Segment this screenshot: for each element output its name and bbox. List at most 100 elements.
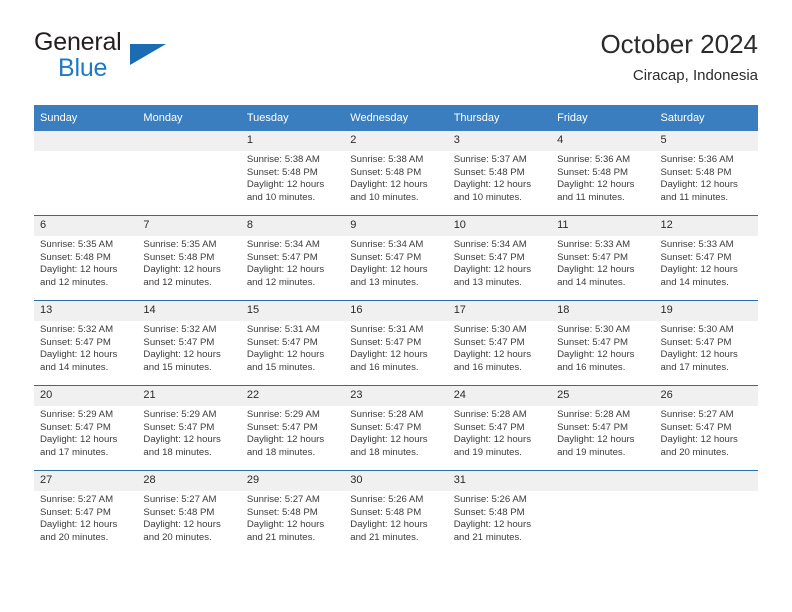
- day-cell-details: [551, 491, 654, 494]
- calendar-day-cell[interactable]: 17 Sunrise: 5:30 AM Sunset: 5:47 PM Dayligh…: [447, 300, 552, 386]
- weekday-header-thursday: Thursday: [447, 105, 552, 131]
- day-detail-line: and 20 minutes.: [660, 446, 729, 458]
- day-detail-line: Sunset: 5:47 PM: [660, 251, 732, 263]
- calendar-day-cell[interactable]: 30 Sunrise: 5:26 AM Sunset: 5:48 PM Dayligh…: [344, 470, 448, 555]
- calendar-day-cell[interactable]: 6 Sunrise: 5:35 AM Sunset: 5:48 PM Daylight…: [34, 215, 138, 301]
- calendar-day-cell[interactable]: 1 Sunrise: 5:38 AM Sunset: 5:48 PM Daylight…: [240, 131, 345, 216]
- day-detail-line: Daylight: 12 hours: [350, 519, 428, 531]
- day-detail-line: Daylight: 12 hours: [350, 349, 428, 361]
- calendar-day-cell[interactable]: 12 Sunrise: 5:33 AM Sunset: 5:47 PM Dayligh…: [654, 215, 758, 301]
- day-cell-details: Sunrise: 5:34 AM Sunset: 5:47 PM Daylight:…: [344, 236, 447, 289]
- day-number: 21: [137, 386, 241, 406]
- day-detail-line: and 16 minutes.: [557, 361, 626, 373]
- day-number: 1: [240, 131, 345, 151]
- day-detail-line: Sunrise: 5:31 AM: [246, 324, 320, 335]
- calendar-day-cell[interactable]: 15 Sunrise: 5:31 AM Sunset: 5:47 PM Dayligh…: [240, 300, 345, 386]
- day-detail-line: and 15 minutes.: [246, 361, 316, 373]
- day-detail-line: and 13 minutes.: [453, 276, 522, 288]
- day-cell-inner: 17 Sunrise: 5:30 AM Sunset: 5:47 PM Dayligh…: [447, 301, 552, 385]
- day-detail-line: Sunset: 5:48 PM: [660, 166, 732, 178]
- day-cell-inner: 10 Sunrise: 5:34 AM Sunset: 5:47 PM Dayligh…: [447, 216, 552, 300]
- day-cell-details: Sunrise: 5:32 AM Sunset: 5:47 PM Daylight:…: [34, 321, 137, 374]
- calendar-week-row: 20 Sunrise: 5:29 AM Sunset: 5:47 PM Dayligh…: [34, 385, 758, 471]
- day-cell-details: Sunrise: 5:31 AM Sunset: 5:47 PM Daylight:…: [241, 321, 344, 374]
- calendar-day-cell[interactable]: 19 Sunrise: 5:30 AM Sunset: 5:47 PM Dayligh…: [654, 300, 758, 386]
- day-detail-line: Daylight: 12 hours: [143, 434, 221, 446]
- day-detail-line: Sunrise: 5:28 AM: [453, 409, 527, 420]
- day-cell-details: Sunrise: 5:29 AM Sunset: 5:47 PM Daylight:…: [241, 406, 344, 459]
- calendar-day-cell[interactable]: 22 Sunrise: 5:29 AM Sunset: 5:47 PM Dayligh…: [240, 385, 345, 471]
- calendar-day-cell[interactable]: 4 Sunrise: 5:36 AM Sunset: 5:48 PM Daylight…: [551, 131, 655, 216]
- calendar-day-cell[interactable]: 13 Sunrise: 5:32 AM Sunset: 5:47 PM Dayligh…: [34, 300, 138, 386]
- day-detail-line: Sunset: 5:47 PM: [350, 251, 422, 263]
- day-cell-details: Sunrise: 5:28 AM Sunset: 5:47 PM Daylight:…: [551, 406, 654, 459]
- day-detail-line: and 12 minutes.: [246, 276, 316, 288]
- calendar-day-cell[interactable]: 8 Sunrise: 5:34 AM Sunset: 5:47 PM Daylight…: [240, 215, 345, 301]
- calendar-day-cell[interactable]: 9 Sunrise: 5:34 AM Sunset: 5:47 PM Daylight…: [344, 215, 448, 301]
- day-number: 31: [447, 471, 552, 491]
- calendar-day-cell[interactable]: 18 Sunrise: 5:30 AM Sunset: 5:47 PM Dayligh…: [551, 300, 655, 386]
- weekday-header-tuesday: Tuesday: [240, 105, 345, 131]
- calendar-day-cell[interactable]: 3 Sunrise: 5:37 AM Sunset: 5:48 PM Daylight…: [447, 131, 552, 216]
- calendar-week-row: 13 Sunrise: 5:32 AM Sunset: 5:47 PM Dayligh…: [34, 300, 758, 386]
- day-cell-inner: 26 Sunrise: 5:27 AM Sunset: 5:47 PM Dayligh…: [654, 386, 758, 470]
- day-detail-line: and 10 minutes.: [350, 191, 419, 203]
- calendar-week-row: 1 Sunrise: 5:38 AM Sunset: 5:48 PM Daylight…: [34, 131, 758, 216]
- day-detail-line: Sunset: 5:47 PM: [453, 421, 525, 433]
- general-blue-logo: General Blue: [34, 28, 254, 88]
- calendar-day-cell[interactable]: 27 Sunrise: 5:27 AM Sunset: 5:47 PM Dayligh…: [34, 470, 138, 555]
- day-detail-line: Sunrise: 5:35 AM: [143, 239, 217, 250]
- day-detail-line: and 10 minutes.: [246, 191, 316, 203]
- calendar-day-cell[interactable]: 10 Sunrise: 5:34 AM Sunset: 5:47 PM Dayligh…: [447, 215, 552, 301]
- day-number: 14: [137, 301, 241, 321]
- day-detail-line: and 19 minutes.: [557, 446, 626, 458]
- calendar-day-cell[interactable]: 24 Sunrise: 5:28 AM Sunset: 5:47 PM Dayligh…: [447, 385, 552, 471]
- day-detail-line: and 20 minutes.: [40, 531, 109, 543]
- calendar-day-cell[interactable]: 11 Sunrise: 5:33 AM Sunset: 5:47 PM Dayligh…: [551, 215, 655, 301]
- day-detail-line: Sunrise: 5:38 AM: [246, 154, 320, 165]
- calendar-day-cell[interactable]: 31 Sunrise: 5:26 AM Sunset: 5:48 PM Dayligh…: [447, 470, 552, 555]
- day-cell-details: Sunrise: 5:34 AM Sunset: 5:47 PM Daylight:…: [448, 236, 551, 289]
- day-detail-line: Sunset: 5:48 PM: [350, 166, 422, 178]
- calendar-day-cell[interactable]: 14 Sunrise: 5:32 AM Sunset: 5:47 PM Dayligh…: [137, 300, 241, 386]
- day-cell-inner: 20 Sunrise: 5:29 AM Sunset: 5:47 PM Dayligh…: [34, 386, 138, 470]
- day-detail-line: Sunrise: 5:27 AM: [660, 409, 734, 420]
- calendar-day-cell[interactable]: 7 Sunrise: 5:35 AM Sunset: 5:48 PM Daylight…: [137, 215, 241, 301]
- day-cell-details: Sunrise: 5:27 AM Sunset: 5:48 PM Daylight:…: [241, 491, 344, 544]
- calendar-day-cell[interactable]: 2 Sunrise: 5:38 AM Sunset: 5:48 PM Daylight…: [344, 131, 448, 216]
- day-detail-line: Sunset: 5:48 PM: [40, 251, 111, 263]
- day-cell-details: Sunrise: 5:37 AM Sunset: 5:48 PM Daylight:…: [448, 151, 551, 204]
- day-number: 23: [344, 386, 448, 406]
- day-cell-details: Sunrise: 5:38 AM Sunset: 5:48 PM Daylight:…: [241, 151, 344, 204]
- day-detail-line: Sunset: 5:47 PM: [246, 421, 318, 433]
- calendar-day-cell[interactable]: 20 Sunrise: 5:29 AM Sunset: 5:47 PM Dayligh…: [34, 385, 138, 471]
- day-detail-line: Daylight: 12 hours: [143, 519, 221, 531]
- calendar-day-cell[interactable]: 5 Sunrise: 5:36 AM Sunset: 5:48 PM Daylight…: [654, 131, 758, 216]
- calendar-day-cell[interactable]: 28 Sunrise: 5:27 AM Sunset: 5:48 PM Dayligh…: [137, 470, 241, 555]
- calendar-day-cell[interactable]: 29 Sunrise: 5:27 AM Sunset: 5:48 PM Dayligh…: [240, 470, 345, 555]
- day-cell-inner: 29 Sunrise: 5:27 AM Sunset: 5:48 PM Dayligh…: [240, 471, 345, 555]
- day-detail-line: Sunrise: 5:29 AM: [40, 409, 114, 420]
- calendar-day-cell[interactable]: 16 Sunrise: 5:31 AM Sunset: 5:47 PM Dayligh…: [344, 300, 448, 386]
- day-cell-inner: [34, 131, 138, 215]
- day-detail-line: Sunrise: 5:28 AM: [557, 409, 631, 420]
- day-number: 4: [551, 131, 655, 151]
- day-detail-line: Daylight: 12 hours: [246, 519, 325, 531]
- calendar-day-cell[interactable]: 26 Sunrise: 5:27 AM Sunset: 5:47 PM Dayligh…: [654, 385, 758, 471]
- day-detail-line: Sunrise: 5:26 AM: [453, 494, 527, 505]
- day-cell-inner: 18 Sunrise: 5:30 AM Sunset: 5:47 PM Dayligh…: [551, 301, 655, 385]
- day-detail-line: Daylight: 12 hours: [246, 179, 325, 191]
- calendar-day-cell[interactable]: 23 Sunrise: 5:28 AM Sunset: 5:47 PM Dayligh…: [344, 385, 448, 471]
- day-detail-line: Sunrise: 5:33 AM: [557, 239, 631, 250]
- day-number: 20: [34, 386, 138, 406]
- day-detail-line: Sunset: 5:47 PM: [246, 336, 318, 348]
- calendar-day-cell[interactable]: 25 Sunrise: 5:28 AM Sunset: 5:47 PM Dayligh…: [551, 385, 655, 471]
- day-cell-inner: 11 Sunrise: 5:33 AM Sunset: 5:47 PM Dayligh…: [551, 216, 655, 300]
- day-detail-line: Sunrise: 5:30 AM: [557, 324, 631, 335]
- day-number: 11: [551, 216, 655, 236]
- page-subtitle-location: Ciracap, Indonesia: [632, 67, 758, 84]
- day-cell-details: Sunrise: 5:30 AM Sunset: 5:47 PM Daylight:…: [551, 321, 654, 374]
- day-cell-inner: 13 Sunrise: 5:32 AM Sunset: 5:47 PM Dayligh…: [34, 301, 138, 385]
- day-number: 3: [447, 131, 552, 151]
- calendar-day-cell[interactable]: 21 Sunrise: 5:29 AM Sunset: 5:47 PM Dayligh…: [137, 385, 241, 471]
